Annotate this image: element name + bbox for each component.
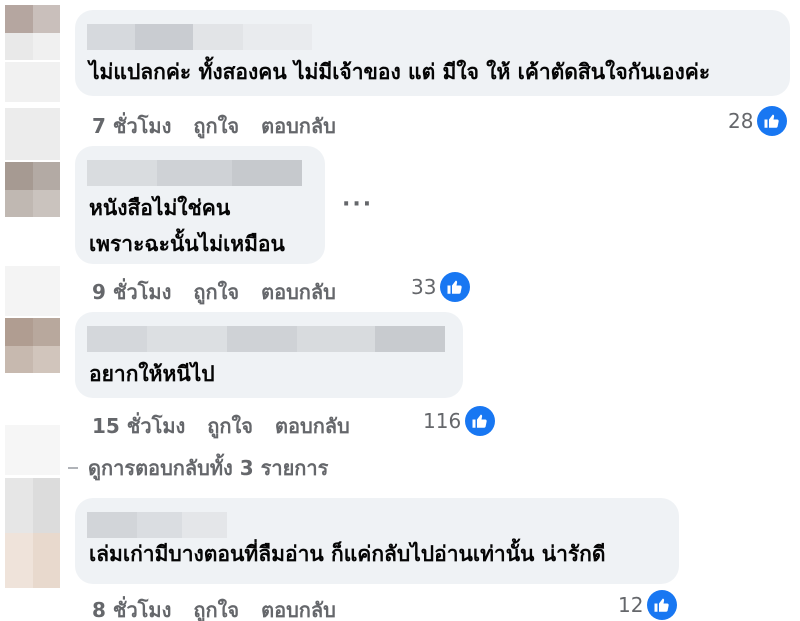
comment-text: ไม่แปลกค่ะ ทั้งสองคน ไม่มีเจ้าของ แต่ มี…	[89, 60, 711, 84]
comment-actions: 8 ชั่วโมง ถูกใจ ตอบกลับ	[92, 594, 336, 621]
avatar[interactable]	[5, 318, 60, 373]
reply-link[interactable]: ตอบกลับ	[261, 276, 336, 308]
reply-connector	[68, 467, 78, 469]
comment-bubble: หนังสือไม่ใช่คน เพราะฉะนั้นไม่เหมือน	[75, 146, 325, 264]
comment-text: อยากให้หนีไป	[89, 362, 215, 386]
reaction-count[interactable]: 12	[618, 590, 678, 620]
timestamp[interactable]: 8 ชั่วโมง	[92, 594, 171, 621]
comment-bubble: เล่มเก่ามีบางตอนที่ลืมอ่าน ก็แค่กลับไปอ่…	[75, 498, 679, 584]
avatar[interactable]	[5, 162, 60, 217]
reply-link[interactable]: ตอบกลับ	[261, 110, 336, 142]
reaction-count[interactable]: 33	[411, 272, 471, 302]
like-link[interactable]: ถูกใจ	[207, 410, 253, 442]
blurred-author-name	[87, 24, 312, 50]
comment-text: หนังสือไม่ใช่คน เพราะฉะนั้นไม่เหมือน	[89, 196, 285, 256]
like-count: 33	[411, 275, 437, 299]
like-count: 116	[423, 409, 462, 433]
like-count: 12	[618, 593, 644, 617]
like-link[interactable]: ถูกใจ	[193, 110, 239, 142]
blurred-author-name	[87, 512, 227, 538]
comment-actions: 7 ชั่วโมง ถูกใจ ตอบกลับ	[92, 110, 336, 142]
blurred-author-name	[87, 326, 445, 352]
comment-bubble: อยากให้หนีไป	[75, 312, 463, 398]
thumbs-up-icon	[440, 272, 471, 302]
thumbs-up-icon	[647, 590, 678, 620]
timestamp[interactable]: 9 ชั่วโมง	[92, 276, 171, 308]
reply-link[interactable]: ตอบกลับ	[275, 410, 350, 442]
like-link[interactable]: ถูกใจ	[193, 594, 239, 621]
like-count: 28	[728, 109, 754, 133]
comment-actions: 9 ชั่วโมง ถูกใจ ตอบกลับ	[92, 276, 336, 308]
comment-text: เล่มเก่ามีบางตอนที่ลืมอ่าน ก็แค่กลับไปอ่…	[89, 542, 606, 566]
timestamp[interactable]: 15 ชั่วโมง	[92, 410, 185, 442]
comment-actions: 15 ชั่วโมง ถูกใจ ตอบกลับ	[92, 410, 350, 442]
reaction-count[interactable]: 28	[728, 106, 788, 136]
thumbs-up-icon	[465, 406, 496, 436]
avatar[interactable]	[5, 478, 60, 588]
thumbs-up-icon	[757, 106, 788, 136]
view-replies-link[interactable]: ดูการตอบกลับทั้ง 3 รายการ	[68, 452, 328, 484]
timestamp[interactable]: 7 ชั่วโมง	[92, 110, 171, 142]
reaction-count[interactable]: 116	[423, 406, 496, 436]
blurred-author-name	[87, 160, 302, 186]
like-link[interactable]: ถูกใจ	[193, 276, 239, 308]
comment-bubble: ไม่แปลกค่ะ ทั้งสองคน ไม่มีเจ้าของ แต่ มี…	[75, 10, 790, 96]
view-replies-label: ดูการตอบกลับทั้ง 3 รายการ	[88, 456, 329, 480]
reply-link[interactable]: ตอบกลับ	[261, 594, 336, 621]
more-options-icon[interactable]: ···	[342, 192, 373, 217]
avatar[interactable]	[5, 5, 60, 60]
